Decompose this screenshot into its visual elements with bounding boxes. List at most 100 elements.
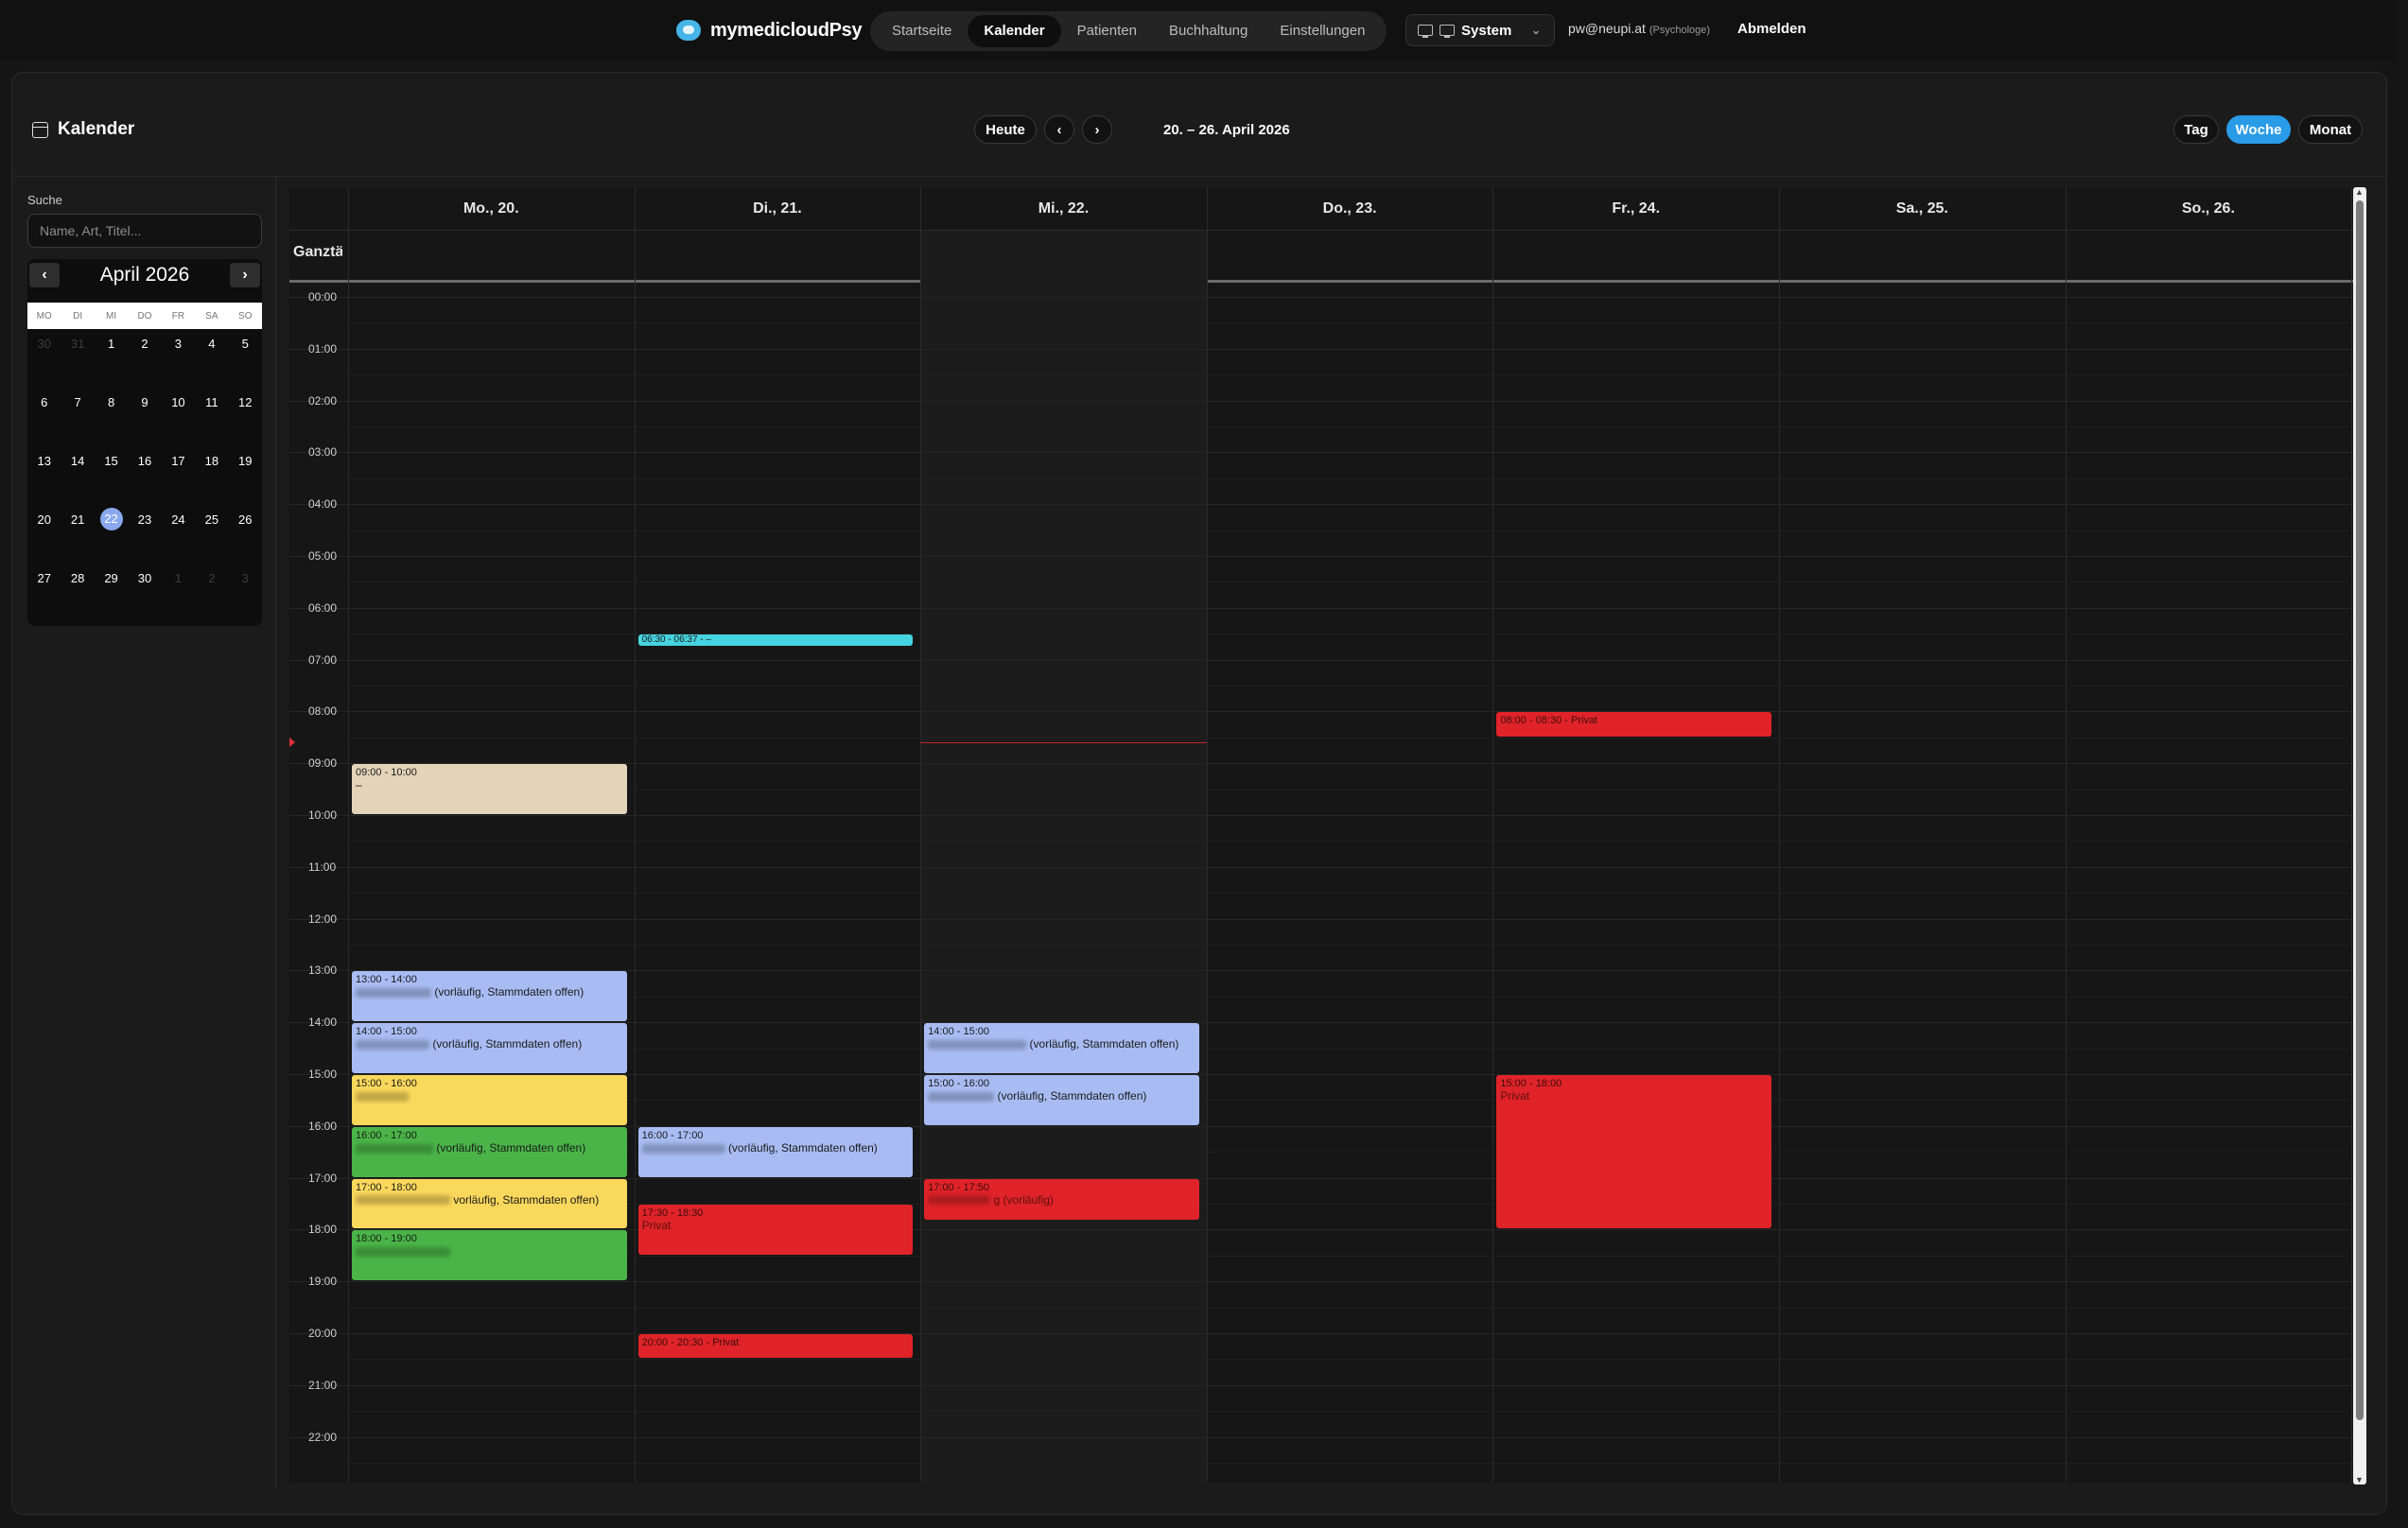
today-button[interactable]: Heute xyxy=(974,115,1037,144)
mini-calendar-day[interactable]: 13 xyxy=(27,446,61,505)
mini-calendar-day[interactable]: 21 xyxy=(61,505,94,564)
day-header[interactable]: Do., 23. xyxy=(1207,189,1493,229)
calendar-event[interactable]: 20:00 - 20:30 - Privat xyxy=(637,1334,914,1359)
calendar-event[interactable]: 13:00 - 14:00 (vorläufig, Stammdaten off… xyxy=(352,971,627,1022)
mini-calendar-prev-button[interactable]: ‹ xyxy=(29,263,60,287)
mini-calendar-day[interactable]: 16 xyxy=(128,446,161,505)
calendar-event[interactable]: 16:00 - 17:00 (vorläufig, Stammdaten off… xyxy=(352,1126,627,1177)
mini-calendar-day[interactable]: 26 xyxy=(229,505,262,564)
mini-calendar-day[interactable]: 15 xyxy=(95,446,128,505)
calendar-event[interactable]: 06:30 - 06:37 - – xyxy=(637,634,914,647)
theme-select[interactable]: System ⌄ xyxy=(1405,14,1555,46)
half-hour-line xyxy=(348,893,2357,894)
mini-calendar-day[interactable]: 10 xyxy=(162,388,195,446)
mini-calendar-day[interactable]: 5 xyxy=(229,329,262,388)
calendar-event[interactable]: 16:00 - 17:00 (vorläufig, Stammdaten off… xyxy=(637,1126,914,1177)
column-divider xyxy=(1492,187,1494,1483)
nav-einstellungen[interactable]: Einstellungen xyxy=(1264,15,1381,47)
mini-calendar-day[interactable]: 1 xyxy=(162,564,195,622)
mini-calendar-day[interactable]: 3 xyxy=(162,329,195,388)
mini-calendar-day[interactable]: 19 xyxy=(229,446,262,505)
hour-line xyxy=(289,348,2357,350)
half-hour-line xyxy=(348,1411,2357,1413)
mini-calendar-next-button[interactable]: › xyxy=(230,263,260,287)
mini-calendar-day[interactable]: 28 xyxy=(61,564,94,622)
hour-line xyxy=(289,297,2357,298)
view-week-button[interactable]: Woche xyxy=(2226,115,2291,144)
calendar-event[interactable]: 14:00 - 15:00 (vorläufig, Stammdaten off… xyxy=(352,1023,627,1073)
day-header[interactable]: Mo., 20. xyxy=(348,189,635,229)
event-title-text: (vorläufig, Stammdaten offen) xyxy=(434,985,585,999)
nav-kalender[interactable]: Kalender xyxy=(968,15,1061,47)
calendar-event[interactable]: 14:00 - 15:00 (vorläufig, Stammdaten off… xyxy=(924,1023,1199,1073)
mini-calendar-day[interactable]: 9 xyxy=(128,388,161,446)
mini-calendar-day[interactable]: 30 xyxy=(128,564,161,622)
calendar-event[interactable]: 15:00 - 16:00 xyxy=(352,1075,627,1125)
day-number: 15 xyxy=(104,454,118,468)
event-title: (vorläufig, Stammdaten offen) xyxy=(356,1142,623,1154)
calendar-event[interactable]: 09:00 - 10:00– xyxy=(352,764,627,814)
calendar-event[interactable]: 17:30 - 18:30 Privat xyxy=(637,1205,914,1255)
week-scrollbar[interactable]: ▲ ▼ xyxy=(2353,187,2366,1485)
mini-calendar-day[interactable]: 18 xyxy=(195,446,228,505)
mini-calendar-day[interactable]: 23 xyxy=(128,505,161,564)
next-week-button[interactable]: › xyxy=(1082,115,1112,144)
day-header[interactable]: Di., 21. xyxy=(635,189,921,229)
mini-calendar-day[interactable]: 12 xyxy=(229,388,262,446)
nav-startseite[interactable]: Startseite xyxy=(876,15,968,47)
date-range: 20. – 26. April 2026 xyxy=(1163,122,1290,138)
scroll-up-icon[interactable]: ▲ xyxy=(2355,187,2364,197)
nav-patienten[interactable]: Patienten xyxy=(1061,15,1153,47)
half-hour-line xyxy=(348,1255,2357,1257)
event-title-text: g (vorläufig) xyxy=(993,1192,1054,1207)
day-header[interactable]: So., 26. xyxy=(2066,189,2352,229)
time-label: 00:00 xyxy=(308,290,338,304)
view-month-button[interactable]: Monat xyxy=(2298,115,2363,144)
mini-calendar-day[interactable]: 31 xyxy=(61,329,94,388)
mini-calendar-day[interactable]: 30 xyxy=(27,329,61,388)
half-hour-line xyxy=(348,1307,2357,1309)
calendar-event[interactable]: 17:00 - 18:00 vorläufig, Stammdaten offe… xyxy=(352,1178,627,1229)
scroll-down-icon[interactable]: ▼ xyxy=(2355,1475,2364,1485)
mini-calendar-today[interactable]: 22 xyxy=(95,505,128,564)
day-header[interactable]: Sa., 25. xyxy=(1779,189,2066,229)
mini-calendar-day[interactable]: 4 xyxy=(195,329,228,388)
calendar-event[interactable]: 08:00 - 08:30 - Privat xyxy=(1496,712,1771,737)
mini-calendar-day[interactable]: 3 xyxy=(229,564,262,622)
time-label: 14:00 xyxy=(308,1016,338,1030)
calendar-event[interactable]: 17:00 - 17:50 g (vorläufig) xyxy=(924,1178,1199,1221)
search-input[interactable] xyxy=(27,214,262,248)
view-day-button[interactable]: Tag xyxy=(2173,115,2219,144)
mini-calendar-day[interactable]: 27 xyxy=(27,564,61,622)
calendar-event[interactable]: 18:00 - 19:00 xyxy=(352,1230,627,1281)
app-logo[interactable]: mymedicloudPsy xyxy=(676,16,863,44)
mini-calendar-day[interactable]: 11 xyxy=(195,388,228,446)
event-title-text: Privat xyxy=(641,1219,672,1232)
mini-calendar-day[interactable]: 29 xyxy=(95,564,128,622)
half-hour-line xyxy=(348,374,2357,376)
time-label: 03:00 xyxy=(308,445,338,460)
mini-calendar-day[interactable]: 24 xyxy=(162,505,195,564)
mini-calendar-day[interactable]: 6 xyxy=(27,388,61,446)
mini-calendar-day[interactable]: 2 xyxy=(195,564,228,622)
hour-line xyxy=(289,400,2357,402)
day-header[interactable]: Fr., 24. xyxy=(1492,189,1779,229)
mini-calendar-day[interactable]: 17 xyxy=(162,446,195,505)
top-bar: mymedicloudPsy Startseite Kalender Patie… xyxy=(0,0,2395,61)
mini-calendar-day[interactable]: 1 xyxy=(95,329,128,388)
mini-calendar-day[interactable]: 20 xyxy=(27,505,61,564)
mini-calendar-day[interactable]: 8 xyxy=(95,388,128,446)
event-title-text: (vorläufig, Stammdaten offen) xyxy=(997,1089,1147,1103)
mini-calendar-day[interactable]: 25 xyxy=(195,505,228,564)
day-header[interactable]: Mi., 22. xyxy=(920,189,1207,229)
calendar-event[interactable]: 15:00 - 16:00 (vorläufig, Stammdaten off… xyxy=(924,1075,1199,1125)
logout-button[interactable]: Abmelden xyxy=(1737,21,1806,37)
calendar-event[interactable]: 15:00 - 18:00 Privat xyxy=(1496,1075,1771,1229)
mini-calendar-day[interactable]: 7 xyxy=(61,388,94,446)
nav-buchhaltung[interactable]: Buchhaltung xyxy=(1153,15,1264,47)
scrollbar-thumb[interactable] xyxy=(2356,200,2364,1420)
app-name: mymedicloudPsy xyxy=(710,19,863,41)
mini-calendar-day[interactable]: 2 xyxy=(128,329,161,388)
prev-week-button[interactable]: ‹ xyxy=(1044,115,1074,144)
mini-calendar-day[interactable]: 14 xyxy=(61,446,94,505)
